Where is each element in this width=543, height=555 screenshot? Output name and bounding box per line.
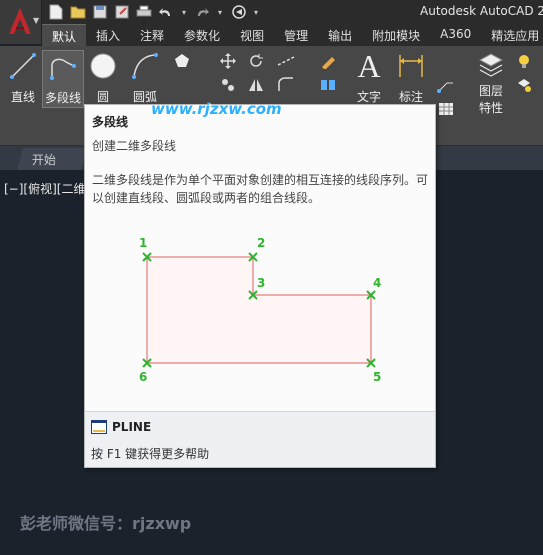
tab-output[interactable]: 输出	[318, 24, 362, 46]
light-bulb-icon[interactable]	[514, 52, 534, 70]
tab-annotate[interactable]: 注释	[130, 24, 174, 46]
watermark-wechat: 彭老师微信号：rjzxwp	[20, 514, 192, 533]
command-icon	[91, 420, 107, 434]
line-button[interactable]: 直线	[2, 50, 44, 108]
tab-parametric[interactable]: 参数化	[174, 24, 230, 46]
leader-icon[interactable]	[436, 76, 456, 94]
layers-icon	[475, 50, 507, 80]
array-icon[interactable]	[318, 76, 338, 94]
command-name: PLINE	[112, 420, 152, 434]
circle-button[interactable]: 圆	[82, 50, 124, 108]
point-label-4: 4	[373, 276, 381, 290]
print-icon[interactable]	[136, 4, 152, 20]
tab-view[interactable]: 视图	[230, 24, 274, 46]
chevron-down-icon[interactable]: ▾	[180, 4, 188, 20]
application-menu-button[interactable]: ▼	[0, 0, 42, 44]
save-icon[interactable]	[92, 4, 108, 20]
layer-properties-button[interactable]: 图层 特性	[470, 50, 512, 115]
point-label-6: 6	[139, 370, 147, 383]
tab-addins[interactable]: 附加模块	[362, 24, 430, 46]
app-title: Autodesk AutoCAD 2	[420, 4, 543, 18]
mirror-icon[interactable]	[246, 76, 266, 94]
tab-a360[interactable]: A360	[430, 24, 481, 46]
polyline-tooltip: 多段线 创建二维多段线 二维多段线是作为单个平面对象创建的相互连接的线段序列。可…	[84, 104, 436, 468]
point-label-5: 5	[373, 370, 381, 383]
text-label: 文字	[356, 90, 381, 104]
new-icon[interactable]	[48, 4, 64, 20]
line-label: 直线	[10, 90, 35, 104]
polyline-icon	[47, 51, 79, 83]
title-bar: ▾ ▾ ▾ Autodesk AutoCAD 2	[0, 0, 543, 24]
tab-default[interactable]: 默认	[42, 24, 87, 46]
arc-icon	[129, 50, 161, 82]
rotate-icon[interactable]	[246, 52, 266, 70]
dimension-label: 标注	[398, 90, 423, 104]
tooltip-subtitle: 创建二维多段线	[92, 139, 177, 153]
dimension-button[interactable]: 标注	[390, 50, 432, 108]
undo-icon[interactable]	[158, 4, 174, 20]
text-icon: A	[357, 47, 381, 84]
layer-properties-label-1: 图层	[478, 84, 503, 98]
tooltip-description: 二维多段线是作为单个平面对象创建的相互连接的线段序列。可以创建直线段、圆弧段或两…	[92, 173, 429, 205]
tooltip-footer: PLINE 按 F1 键获得更多帮助	[85, 411, 435, 467]
share-icon[interactable]	[230, 4, 246, 20]
polyline-diagram: 1 2 3 4 5 6	[139, 236, 381, 383]
save-as-icon[interactable]	[114, 4, 130, 20]
open-icon[interactable]	[70, 4, 86, 20]
tab-manage[interactable]: 管理	[274, 24, 318, 46]
tooltip-title: 多段线	[92, 115, 129, 129]
erase-icon[interactable]	[318, 52, 338, 70]
fillet-icon[interactable]	[276, 76, 296, 94]
polyline-shape	[146, 256, 372, 364]
tab-featured-apps[interactable]: 精选应用	[481, 24, 543, 46]
point-label-1: 1	[139, 236, 147, 250]
watermark-url: www.rjzxw.com	[151, 100, 282, 118]
chevron-down-icon[interactable]: ▾	[216, 4, 224, 20]
chevron-down-icon: ▼	[33, 16, 40, 25]
layer-properties-label-2: 特性	[478, 101, 503, 115]
dimension-icon	[395, 50, 427, 82]
quick-access-toolbar: ▾ ▾ ▾	[48, 3, 260, 21]
point-label-2: 2	[257, 236, 265, 250]
point-label-3: 3	[257, 276, 265, 290]
start-tab[interactable]: 开始	[17, 148, 87, 170]
text-button[interactable]: A 文字	[348, 47, 390, 108]
help-hint: 按 F1 键获得更多帮助	[91, 447, 210, 461]
move-icon[interactable]	[218, 52, 238, 70]
autocad-logo-icon	[9, 8, 31, 34]
start-tab-label: 开始	[31, 153, 56, 167]
circle-label: 圆	[96, 90, 109, 104]
layer-state-icon[interactable]	[514, 76, 534, 94]
tab-insert[interactable]: 插入	[86, 24, 130, 46]
polygon-icon[interactable]	[172, 52, 192, 70]
copy-icon[interactable]	[218, 76, 238, 94]
ribbon-tabs: 默认 插入 注释 参数化 视图 管理 输出 附加模块 A360 精选应用	[42, 24, 543, 46]
table-icon[interactable]	[436, 100, 456, 118]
chevron-down-icon[interactable]: ▾	[252, 4, 260, 20]
line-icon	[7, 50, 39, 82]
redo-icon[interactable]	[194, 4, 210, 20]
polyline-button[interactable]: 多段线	[42, 50, 84, 108]
polyline-label: 多段线	[44, 91, 81, 105]
trim-icon[interactable]	[276, 52, 296, 70]
circle-icon	[87, 50, 119, 82]
